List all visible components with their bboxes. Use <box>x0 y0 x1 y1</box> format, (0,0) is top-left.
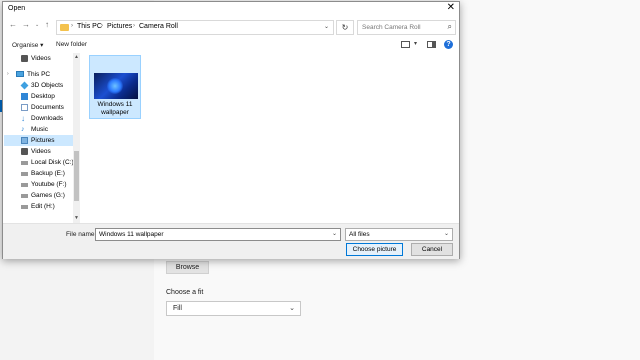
browse-button[interactable]: Browse <box>166 261 209 274</box>
search-icon: ⌕ <box>447 22 452 31</box>
chevron-down-icon[interactable]: ▾ <box>414 40 417 47</box>
wallpaper-thumbnail <box>94 73 138 99</box>
drive-icon <box>21 194 28 198</box>
preview-pane-icon[interactable] <box>427 41 436 48</box>
file-item[interactable]: Windows 11 wallpaper <box>89 55 141 119</box>
dialog-footer: File name: Windows 11 wallpaper ⌄ All fi… <box>3 223 459 259</box>
windows-bloom-image <box>107 78 123 94</box>
sidebar-item-label: Videos <box>31 148 51 155</box>
folder-icon <box>60 24 69 31</box>
forward-arrow-icon[interactable]: → <box>22 20 30 29</box>
address-bar[interactable]: › This PC › Pictures › Camera Roll ⌄ <box>56 20 334 35</box>
dialog-toolbar: Organise ▾ New folder ▾ ? <box>3 38 459 52</box>
file-name: Windows 11 wallpaper <box>97 101 133 116</box>
fit-dropdown[interactable]: Fill ⌄ <box>166 301 301 316</box>
sidebar-item-label: Downloads <box>31 115 64 122</box>
file-name-input[interactable]: Windows 11 wallpaper ⌄ <box>95 228 341 241</box>
sidebar-item-edit-h[interactable]: Edit (H:) <box>4 201 72 212</box>
breadcrumb-pictures[interactable]: Pictures <box>107 23 132 30</box>
search-placeholder: Search Camera Roll <box>362 24 421 31</box>
sidebar-item-documents[interactable]: Documents <box>4 102 72 113</box>
sidebar-item-label: Backup (E:) <box>31 170 65 177</box>
documents-icon <box>21 104 28 111</box>
sidebar-item-local-disk-c[interactable]: Local Disk (C:) <box>4 157 74 168</box>
sidebar-item-videos[interactable]: Videos <box>4 146 72 157</box>
file-type-filter[interactable]: All files ⌄ <box>345 228 453 241</box>
drive-icon <box>21 183 28 187</box>
sidebar-item-desktop[interactable]: Desktop <box>4 91 72 102</box>
music-icon: ♪ <box>21 126 25 133</box>
chevron-down-icon: ⌄ <box>289 305 295 312</box>
drive-icon <box>21 205 28 209</box>
pictures-icon <box>21 137 28 144</box>
videos-icon <box>21 55 28 62</box>
file-name-label: File name: <box>66 231 97 238</box>
choose-picture-button[interactable]: Choose picture <box>346 243 403 256</box>
sidebar-item-label: Documents <box>31 104 64 111</box>
sidebar-item-this-pc[interactable]: › This PC <box>4 69 72 80</box>
sidebar-item-label: Videos <box>31 55 51 62</box>
sidebar-item-label: This PC <box>27 71 51 78</box>
help-icon[interactable]: ? <box>444 40 453 49</box>
downloads-icon: ↓ <box>21 114 25 123</box>
sidebar-item-music[interactable]: ♪ Music <box>4 124 72 135</box>
up-arrow-icon[interactable]: ↑ <box>45 20 49 29</box>
breadcrumb-this-pc[interactable]: This PC <box>77 23 102 30</box>
sidebar-item-3d-objects[interactable]: 3D Objects <box>4 80 72 91</box>
videos-icon <box>21 148 28 155</box>
recent-locations-chevron-icon[interactable]: ⌄ <box>35 22 39 28</box>
chevron-down-icon[interactable]: ⌄ <box>332 229 337 240</box>
open-file-dialog: Open ✕ ← → ⌄ ↑ › This PC › Pictures › Ca… <box>2 1 460 259</box>
cancel-button[interactable]: Cancel <box>411 243 453 256</box>
fit-dropdown-value: Fill <box>173 305 182 312</box>
breadcrumb-separator: › <box>71 23 73 29</box>
drive-icon <box>21 161 28 165</box>
file-name-value: Windows 11 wallpaper <box>99 231 164 238</box>
sidebar-item-label: Youtube (F:) <box>31 181 67 188</box>
sidebar-item-label: Music <box>31 126 48 133</box>
sidebar-item-games-g[interactable]: Games (G:) <box>4 190 72 201</box>
dialog-titlebar: Open ✕ <box>3 2 459 16</box>
breadcrumb-separator: › <box>133 23 135 29</box>
new-folder-button[interactable]: New folder <box>56 41 87 48</box>
scroll-up-icon[interactable]: ▲ <box>73 54 80 60</box>
sidebar-item-label: Local Disk (C:) <box>31 159 74 166</box>
3d-objects-icon <box>20 81 29 90</box>
sidebar-item-label: 3D Objects <box>31 82 64 89</box>
sidebar-item-youtube-f[interactable]: Youtube (F:) <box>4 179 72 190</box>
sidebar-item-label: Pictures <box>31 137 55 144</box>
sidebar-item-label: Edit (H:) <box>31 203 55 210</box>
sidebar-item-pictures[interactable]: Pictures <box>4 135 73 146</box>
scrollbar-thumb[interactable] <box>74 151 79 201</box>
change-view-icon[interactable] <box>401 41 410 48</box>
chevron-down-icon[interactable]: ⌄ <box>324 23 329 30</box>
breadcrumb-separator: › <box>101 23 103 29</box>
breadcrumb-camera-roll[interactable]: Camera Roll <box>139 23 178 30</box>
file-type-value: All files <box>349 231 370 238</box>
choose-fit-label: Choose a fit <box>166 289 204 296</box>
organise-button[interactable]: Organise ▾ <box>12 41 43 49</box>
scroll-down-icon[interactable]: ▼ <box>73 215 80 221</box>
drive-icon <box>21 172 28 176</box>
back-arrow-icon[interactable]: ← <box>9 20 17 29</box>
sidebar-item-backup-e[interactable]: Backup (E:) <box>4 168 72 179</box>
navigation-scrollbar[interactable]: ▲ ▼ <box>73 53 80 223</box>
expand-chevron-icon[interactable]: › <box>7 71 12 78</box>
sidebar-item-label: Desktop <box>31 93 55 100</box>
address-row: ← → ⌄ ↑ › This PC › Pictures › Camera Ro… <box>3 17 459 37</box>
dialog-title: Open <box>8 5 26 12</box>
refresh-icon[interactable]: ↻ <box>336 20 354 35</box>
navigation-pane: Videos › This PC 3D Objects Desktop Docu… <box>4 53 80 223</box>
chevron-down-icon[interactable]: ⌄ <box>444 229 449 240</box>
pc-icon <box>16 71 24 77</box>
file-list: Windows 11 wallpaper <box>83 53 459 223</box>
sidebar-item-downloads[interactable]: ↓ Downloads <box>4 113 72 124</box>
close-icon[interactable]: ✕ <box>447 3 455 13</box>
desktop-icon <box>21 93 28 100</box>
search-box[interactable]: Search Camera Roll ⌕ <box>357 20 456 35</box>
sidebar-item-label: Games (G:) <box>31 192 65 199</box>
sidebar-item-videos-top[interactable]: Videos <box>4 53 72 64</box>
